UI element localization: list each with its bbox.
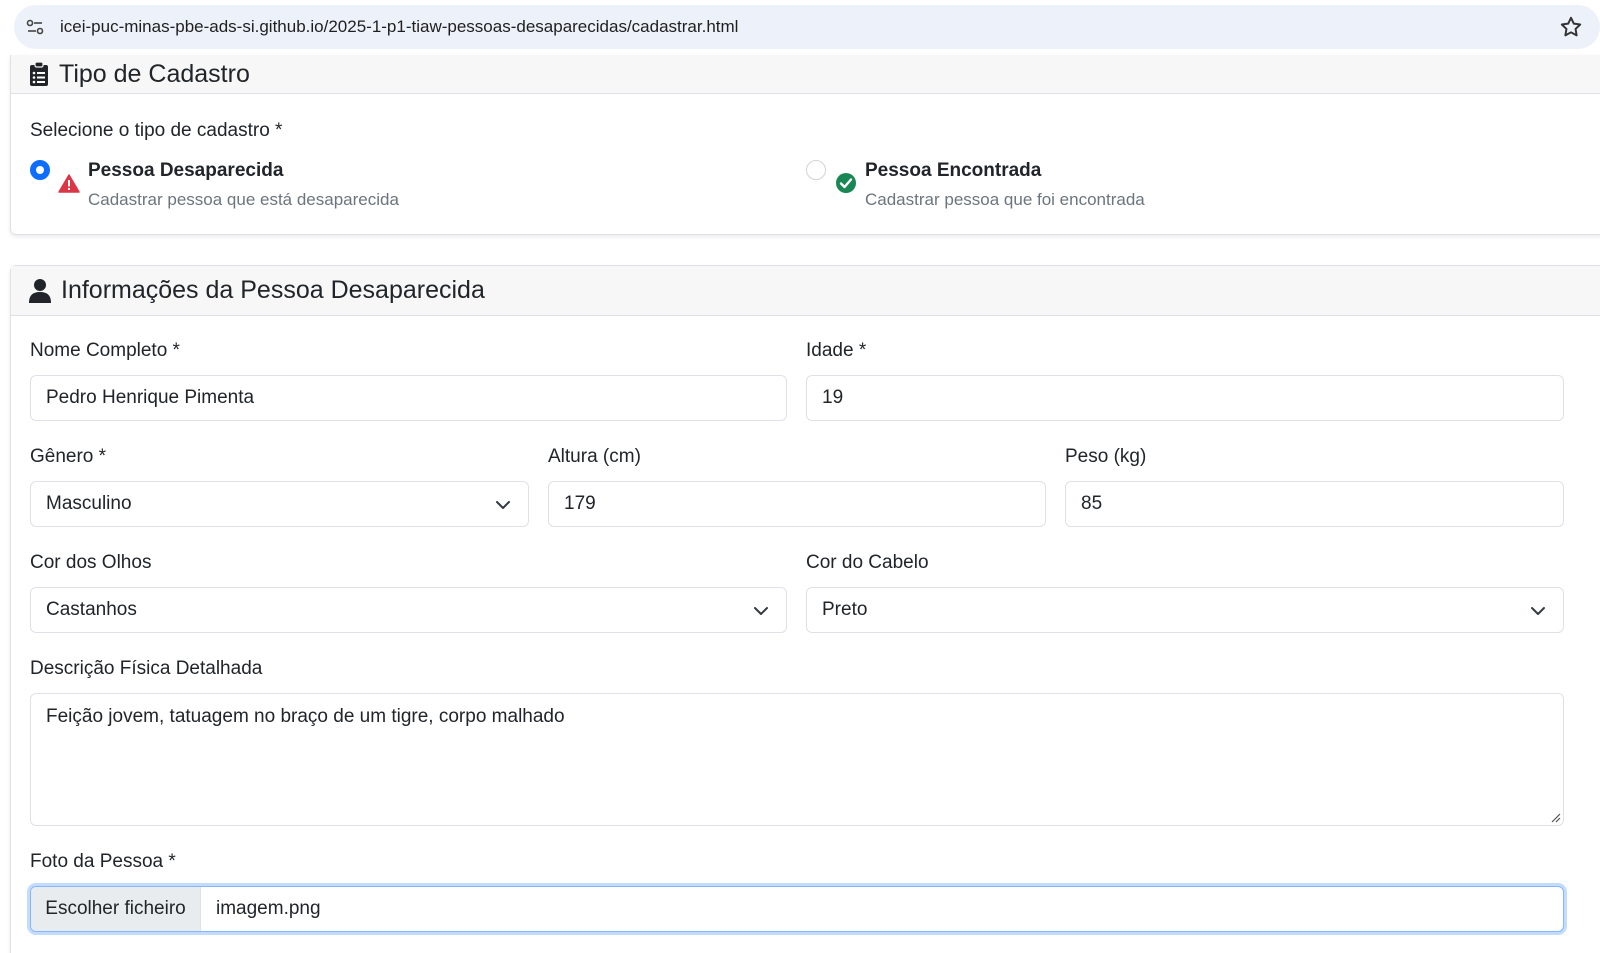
cabelo-select[interactable]: Preto xyxy=(806,587,1564,633)
foto-file-input[interactable]: Escolher ficheiro imagem.png xyxy=(30,886,1564,932)
nome-label: Nome Completo * xyxy=(30,340,180,361)
idade-label: Idade * xyxy=(806,340,867,361)
info-card-title: Informações da Pessoa Desaparecida xyxy=(61,276,485,304)
type-card-header: Tipo de Cadastro xyxy=(11,55,1600,94)
descricao-text: Feição jovem, tatuagem no braço de um ti… xyxy=(46,706,565,727)
user-icon xyxy=(29,278,51,303)
option-title-encontrada[interactable]: Pessoa Encontrada xyxy=(865,160,1041,182)
radio-pessoa-desaparecida[interactable] xyxy=(30,160,50,180)
choose-file-button[interactable]: Escolher ficheiro xyxy=(31,887,201,931)
selected-file-name: imagem.png xyxy=(216,898,321,919)
olhos-select-value: Castanhos xyxy=(46,599,137,620)
cabelo-label: Cor do Cabelo xyxy=(806,552,929,573)
url-text[interactable]: icei-puc-minas-pbe-ads-si.github.io/2025… xyxy=(60,17,738,37)
peso-input[interactable]: 85 xyxy=(1065,481,1564,527)
altura-label: Altura (cm) xyxy=(548,446,641,467)
warning-triangle-icon xyxy=(58,174,80,193)
olhos-select[interactable]: Castanhos xyxy=(30,587,787,633)
clipboard-list-icon xyxy=(30,62,48,86)
option-desc-desaparecida: Cadastrar pessoa que está desaparecida xyxy=(88,190,399,209)
resize-handle-icon[interactable] xyxy=(1549,811,1561,823)
descricao-textarea[interactable]: Feição jovem, tatuagem no braço de um ti… xyxy=(30,693,1564,826)
bookmark-star-icon[interactable] xyxy=(1558,14,1584,40)
type-card-title: Tipo de Cadastro xyxy=(59,59,250,88)
option-title-desaparecida[interactable]: Pessoa Desaparecida xyxy=(88,160,283,182)
descricao-label: Descrição Física Detalhada xyxy=(30,658,263,679)
radio-pessoa-encontrada[interactable] xyxy=(806,160,826,180)
chevron-down-icon xyxy=(754,607,768,615)
nome-input[interactable]: Pedro Henrique Pimenta xyxy=(30,375,787,421)
address-bar[interactable]: icei-puc-minas-pbe-ads-si.github.io/2025… xyxy=(14,5,1600,49)
peso-label: Peso (kg) xyxy=(1065,446,1147,467)
idade-input[interactable]: 19 xyxy=(806,375,1564,421)
genero-select[interactable]: Masculino xyxy=(30,481,529,527)
cabelo-select-value: Preto xyxy=(822,599,868,620)
info-card-header: Informações da Pessoa Desaparecida xyxy=(11,266,1600,316)
olhos-label: Cor dos Olhos xyxy=(30,552,152,573)
foto-label: Foto da Pessoa * xyxy=(30,851,176,872)
altura-input[interactable]: 179 xyxy=(548,481,1046,527)
site-settings-icon[interactable] xyxy=(24,16,46,38)
check-circle-icon xyxy=(836,173,856,193)
chevron-down-icon xyxy=(1531,607,1545,615)
option-desc-encontrada: Cadastrar pessoa que foi encontrada xyxy=(865,190,1145,209)
type-prompt-label: Selecione o tipo de cadastro * xyxy=(30,120,283,141)
chevron-down-icon xyxy=(496,501,510,509)
genero-label: Gênero * xyxy=(30,446,107,467)
genero-select-value: Masculino xyxy=(46,493,132,514)
